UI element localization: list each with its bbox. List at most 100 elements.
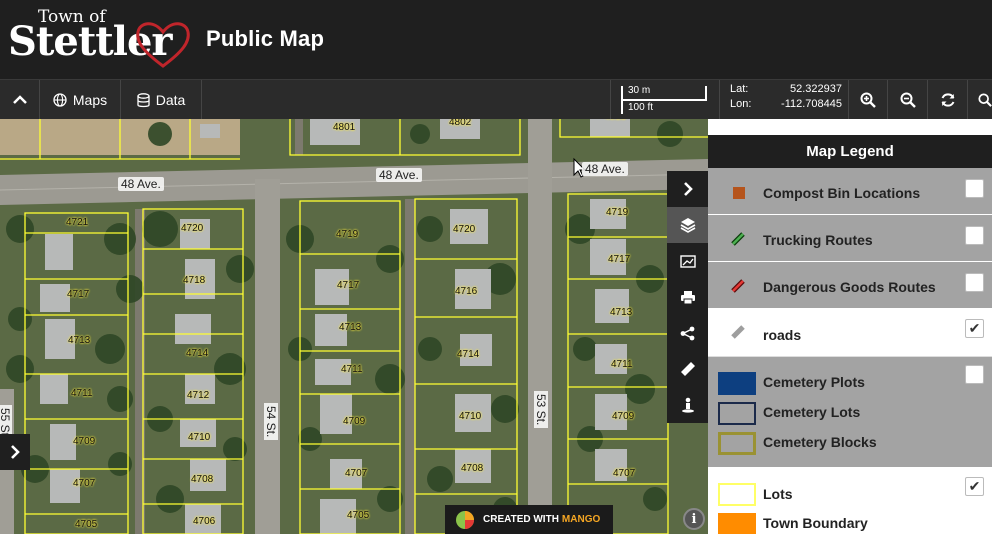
- refresh-icon: [941, 93, 954, 107]
- compost-swatch: [733, 187, 745, 199]
- legend-item-compost[interactable]: Compost Bin Locations: [708, 168, 992, 215]
- lot-number: 4719: [336, 229, 359, 240]
- zoom-out-icon: [900, 92, 916, 108]
- legend-item-label: Cemetery Plots: [763, 374, 865, 390]
- lon-value: -112.708445: [781, 98, 842, 110]
- street-label-53-st: 53 St.: [534, 391, 548, 429]
- lot-number: 4717: [608, 254, 631, 265]
- lot-number: 4711: [341, 364, 363, 375]
- expand-left-panel-button[interactable]: [0, 434, 30, 470]
- measure-button[interactable]: [667, 351, 708, 387]
- lot-number: 4716: [455, 286, 478, 297]
- legend-group-cemetery[interactable]: Cemetery Plots Cemetery Lots Cemetery Bl…: [708, 357, 992, 468]
- lot-number: 4707: [613, 468, 636, 479]
- roads-checkbox[interactable]: ✔: [965, 319, 984, 338]
- page-title: Public Map: [206, 26, 325, 51]
- lots-swatch: [718, 483, 756, 506]
- maps-button[interactable]: Maps: [40, 80, 121, 120]
- lot-number: 4802: [449, 119, 472, 128]
- legend-item-label: Lots: [763, 486, 793, 502]
- share-button[interactable]: [667, 315, 708, 351]
- toolbar: Maps Data 30 m 100 ft Lat: 52.322937 Lon…: [0, 79, 992, 120]
- coordinate-readout: Lat: 52.322937 Lon: -112.708445: [722, 83, 848, 117]
- legend-top-strip: [708, 119, 992, 135]
- lot-number: 4813: [604, 119, 626, 122]
- legend-item-dangerous-goods[interactable]: Dangerous Goods Routes: [708, 262, 992, 309]
- lot-number: 4713: [339, 322, 362, 333]
- collapse-header-button[interactable]: [0, 80, 40, 120]
- lot-number: 4707: [73, 478, 96, 489]
- lot-number: 4710: [459, 411, 482, 422]
- mango-logo-icon: [456, 510, 474, 529]
- legend-item-label: Trucking Routes: [763, 232, 873, 248]
- map-legend-panel: Map Legend Compost Bin Locations Truckin…: [708, 119, 992, 534]
- street-label-48-ave: 48 Ave.: [376, 168, 422, 182]
- street-view-icon: [681, 397, 694, 413]
- legend-title: Map Legend: [708, 135, 992, 168]
- cemetery-lots-swatch: [718, 402, 756, 425]
- legend-item-roads[interactable]: roads ✔: [708, 309, 992, 357]
- legend-item-label: roads: [763, 327, 802, 343]
- lot-number: 4705: [75, 519, 98, 530]
- lot-number: 4714: [457, 349, 480, 360]
- town-boundary-swatch: [718, 513, 756, 534]
- zoom-out-button[interactable]: [888, 80, 928, 120]
- lot-number: 4708: [461, 463, 484, 474]
- chevron-right-icon: [683, 182, 693, 196]
- scale-bar: 30 m 100 ft: [610, 80, 720, 120]
- lots-checkbox[interactable]: ✔: [965, 477, 984, 496]
- lot-number: 4709: [612, 411, 635, 422]
- legend-item-label: Cemetery Lots: [763, 404, 861, 420]
- lat-value: 52.322937: [790, 83, 842, 95]
- roads-line-icon: [731, 325, 745, 339]
- lot-number: 4721: [66, 217, 89, 228]
- zoom-in-button[interactable]: [848, 80, 888, 120]
- search-button[interactable]: [968, 80, 992, 120]
- chevron-right-icon: [11, 445, 20, 459]
- header: Town of Stettler Public Map: [0, 0, 992, 79]
- lot-number: 4709: [343, 416, 366, 427]
- lot-number: 4707: [345, 468, 368, 479]
- lat-label: Lat:: [730, 83, 749, 95]
- print-button[interactable]: [667, 279, 708, 315]
- lot-number: 4713: [610, 307, 633, 318]
- town-logo[interactable]: Town of Stettler: [6, 4, 190, 74]
- trucking-checkbox[interactable]: [965, 226, 984, 245]
- street-label-54-st: 54 St.: [264, 403, 278, 441]
- legend-item-label: Cemetery Blocks: [763, 434, 877, 450]
- lot-number: 4717: [67, 289, 90, 300]
- share-icon: [680, 326, 695, 340]
- legend-group-lots[interactable]: Lots Town Boundary ✔: [708, 468, 992, 534]
- cemetery-blocks-swatch: [718, 432, 756, 455]
- data-button[interactable]: Data: [121, 80, 202, 120]
- search-icon: [978, 93, 992, 107]
- cemetery-checkbox[interactable]: [965, 365, 984, 384]
- layers-icon: [680, 218, 695, 233]
- globe-icon: [53, 93, 67, 107]
- map-canvas[interactable]: 48 Ave. 48 Ave. 48 Ave. 54 St. 53 St. 55…: [0, 119, 708, 534]
- refresh-button[interactable]: [928, 80, 968, 120]
- credit-prefix: CREATED WITH: [483, 514, 559, 525]
- collapse-legend-button[interactable]: [667, 171, 708, 207]
- layers-button[interactable]: [667, 207, 708, 243]
- trucking-line-icon: [731, 232, 745, 246]
- lot-number: 4714: [186, 348, 209, 359]
- chevron-up-icon: [12, 95, 27, 104]
- compost-checkbox[interactable]: [965, 179, 984, 198]
- scale-metric: 30 m: [628, 85, 651, 96]
- legend-item-trucking[interactable]: Trucking Routes: [708, 215, 992, 262]
- print-icon: [680, 290, 695, 304]
- measure-icon: [680, 362, 695, 376]
- lot-number: 4705: [347, 510, 370, 521]
- lot-number: 4718: [183, 275, 206, 286]
- lot-number: 4720: [453, 224, 476, 235]
- street-view-button[interactable]: [667, 387, 708, 423]
- lot-number: 4712: [187, 390, 210, 401]
- info-button[interactable]: i: [683, 508, 705, 530]
- basemap-button[interactable]: [667, 243, 708, 279]
- cemetery-plots-swatch: [718, 372, 756, 395]
- data-label: Data: [155, 92, 186, 108]
- dangerous-checkbox[interactable]: [965, 273, 984, 292]
- lot-number: 4706: [193, 516, 216, 527]
- mango-credit[interactable]: CREATED WITH MANGO: [445, 505, 613, 534]
